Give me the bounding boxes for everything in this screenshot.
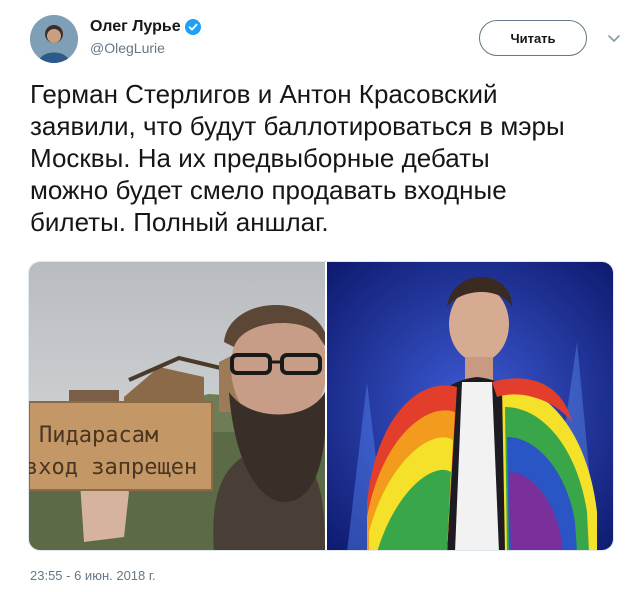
follow-button[interactable]: Читать — [479, 20, 587, 56]
avatar[interactable] — [30, 15, 78, 63]
tweet-timestamp[interactable]: 23:55 - 6 июн. 2018 г. — [30, 568, 156, 583]
author-handle[interactable]: @OlegLurie — [90, 40, 201, 56]
sign-text-line-1: Пидарасам — [39, 423, 158, 448]
verified-badge-icon — [184, 18, 201, 35]
photo-left[interactable]: Пидарасам вход запрещен — [29, 262, 325, 550]
tweet-header: Олег Лурье @OlegLurie Читать — [0, 0, 640, 70]
author-name[interactable]: Олег Лурье — [90, 17, 201, 36]
tweet-text: Герман Стерлигов и Антон Красовский заяв… — [30, 79, 565, 237]
tweet-media[interactable]: Пидарасам вход запрещен — [28, 261, 614, 551]
photo-right[interactable] — [327, 262, 613, 550]
chevron-down-icon[interactable] — [606, 30, 622, 46]
author-display-name[interactable]: Олег Лурье — [90, 17, 181, 36]
sign-text-line-2: вход запрещен — [29, 455, 197, 480]
author-block: Олег Лурье @OlegLurie — [90, 17, 201, 56]
